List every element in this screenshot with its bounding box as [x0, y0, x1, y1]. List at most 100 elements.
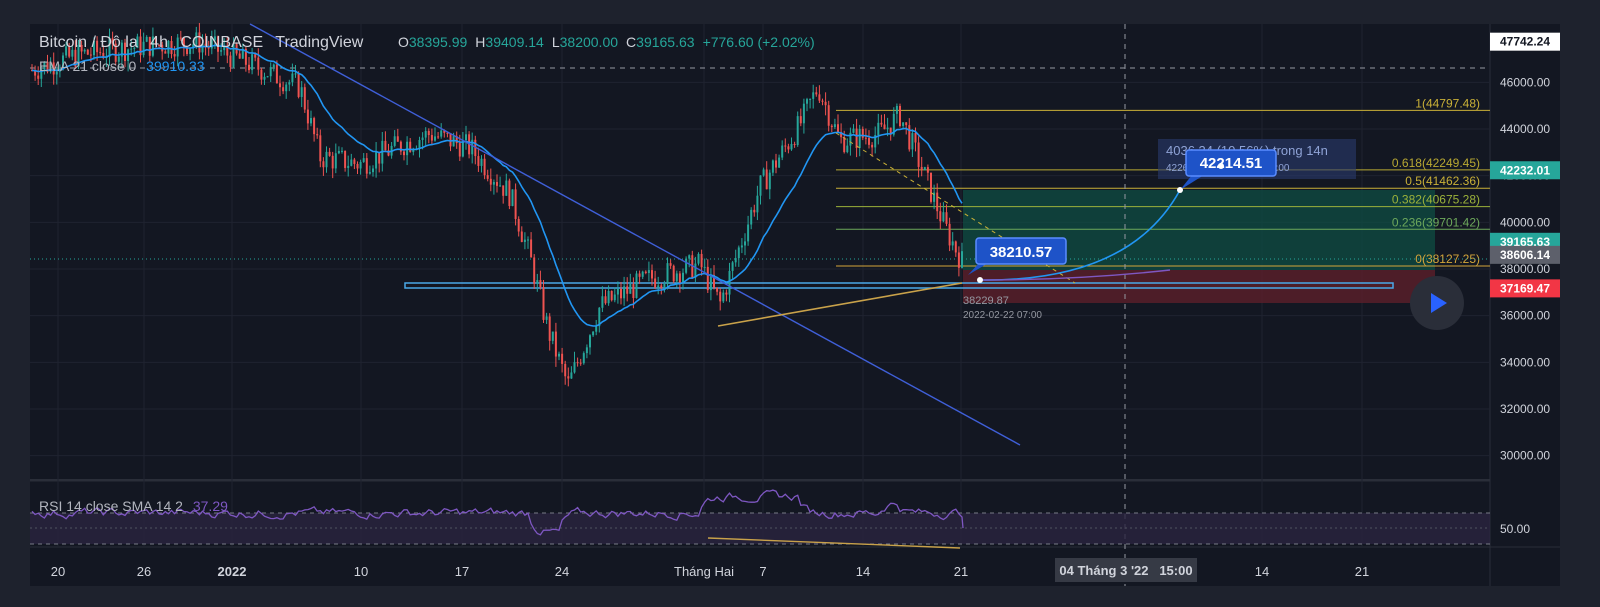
symbol-legend[interactable]: Bitcoin / Đô la 4h COINBASE TradingView	[39, 34, 364, 51]
time-tick-label: 2022	[218, 564, 247, 579]
candle-body	[449, 133, 452, 147]
candle-body	[272, 64, 275, 68]
candle-body	[868, 138, 870, 145]
candle-body	[458, 143, 461, 157]
price-tick-label: 30000.00	[1500, 449, 1550, 463]
candle-body	[768, 172, 771, 190]
price-tick-label: 38000.00	[1500, 262, 1550, 276]
low-price-label: 38229.87	[963, 295, 1009, 307]
callout-low-label: 38210.57	[990, 244, 1053, 261]
candle-body	[542, 287, 545, 320]
candle-body	[930, 172, 932, 202]
candle-body	[802, 103, 805, 124]
candle-body	[638, 273, 641, 277]
candle-body	[954, 241, 957, 253]
candle-body	[378, 152, 381, 164]
candle-body	[936, 192, 939, 212]
time-tick-label: 20	[51, 564, 65, 579]
candle-body	[926, 167, 929, 173]
candle-body	[282, 87, 285, 92]
candle-body	[266, 76, 269, 78]
candle-body	[790, 143, 793, 150]
candle-body	[902, 122, 905, 127]
price-tick-label: 36000.00	[1500, 309, 1550, 323]
candle-body	[257, 57, 260, 70]
anchor-point-high[interactable]	[1177, 187, 1183, 193]
candle-body	[651, 270, 653, 279]
time-tick-label: Tháng Hai	[674, 564, 734, 579]
time-axis[interactable]	[30, 548, 1560, 586]
candle-body	[610, 290, 613, 301]
candle-body	[368, 172, 371, 174]
candle-body	[728, 270, 731, 295]
candle-body	[852, 128, 855, 133]
candle-body	[796, 116, 799, 145]
rsi-label: RSI 14 close SMA 14 2	[39, 498, 183, 514]
candle-body	[911, 133, 914, 150]
candle-body	[592, 331, 595, 336]
anchor-point-measure[interactable]	[1218, 163, 1224, 169]
candle-body	[238, 53, 241, 59]
candle-body	[899, 105, 901, 127]
fib-level-label: 0.236(39701.42)	[1392, 215, 1480, 229]
candle-body	[700, 253, 703, 268]
position-stop-zone	[963, 270, 1435, 303]
candle-body	[275, 64, 278, 84]
candle-body	[142, 41, 145, 56]
candle-body	[740, 245, 743, 248]
candle-body	[545, 316, 548, 320]
candle-body	[341, 150, 343, 152]
candle-body	[706, 266, 709, 291]
candle-body	[703, 266, 706, 268]
candle-body	[489, 178, 492, 185]
candle-body	[716, 287, 719, 292]
candle-body	[855, 128, 858, 148]
price-axis-ticks: 46000.0044000.0042000.0040000.0038000.00…	[1500, 75, 1550, 462]
candle-body	[837, 124, 839, 133]
candle-body	[437, 136, 440, 138]
rsi-legend[interactable]: RSI 14 close SMA 14 2 37.29	[39, 498, 228, 514]
candle-body	[666, 263, 669, 285]
candle-body	[523, 239, 526, 242]
candle-body	[173, 54, 176, 57]
candle-body	[781, 145, 784, 158]
price-tick-label: 46000.00	[1500, 75, 1550, 89]
candle-body	[297, 73, 300, 97]
candle-body	[229, 55, 232, 67]
time-tick-label: 14	[1255, 564, 1269, 579]
candle-body	[604, 296, 607, 304]
candle-body	[641, 271, 644, 277]
rsi-axis-label: 50.00	[1500, 522, 1530, 536]
candle-body	[248, 64, 250, 71]
fib-level-label: 0.382(40675.28)	[1392, 193, 1480, 207]
anchor-point-low[interactable]	[977, 277, 983, 283]
candle-body	[948, 223, 951, 246]
candle-body	[313, 118, 316, 135]
candle-body	[337, 150, 340, 154]
tradingview-chart[interactable]: 1(44797.48) 0.618(42249.45) 0.5(41462.36) 0…	[0, 0, 1600, 602]
chart-stage: 1(44797.48) 0.618(42249.45) 0.5(41462.36) 0…	[0, 0, 1600, 602]
candle-body	[812, 92, 815, 99]
candle-body	[623, 286, 626, 299]
candle-body	[496, 182, 498, 186]
replay-play-button[interactable]	[1410, 276, 1464, 330]
price-tag: 42232.01	[1490, 161, 1560, 180]
candle-body	[864, 137, 867, 139]
candle-body	[663, 284, 666, 288]
ema-legend[interactable]: EMA 21 close 0 39910.33	[39, 58, 205, 74]
candle-body	[344, 150, 347, 168]
candle-body	[833, 124, 836, 128]
candle-body	[365, 158, 368, 174]
candle-body	[585, 347, 588, 354]
candle-body	[288, 82, 291, 85]
candle-body	[678, 273, 681, 283]
candle-body	[372, 168, 374, 173]
interval-label: 4h	[150, 34, 168, 51]
candle-body	[477, 156, 480, 166]
candle-body	[396, 136, 399, 142]
candle-body	[917, 142, 920, 167]
candle-body	[821, 100, 824, 102]
candle-body	[145, 36, 148, 42]
low-date-label: 2022-02-22 07:00	[963, 310, 1042, 321]
candle-body	[505, 180, 508, 196]
